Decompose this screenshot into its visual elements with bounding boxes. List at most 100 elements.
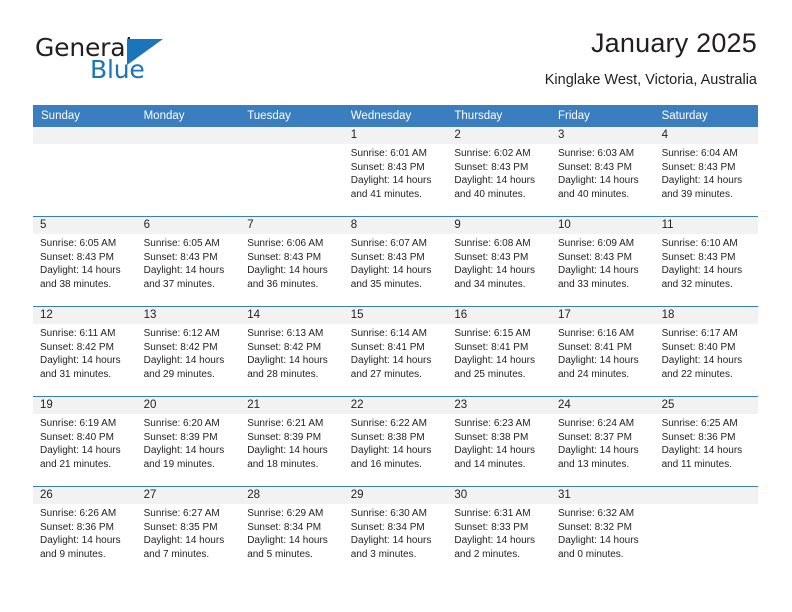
calendar-day-cell[interactable]: 25 Sunrise: 6:25 AM Sunset: 8:36 PM Dayligh…	[654, 396, 759, 487]
day-number: 3	[550, 127, 655, 144]
weekday-header-monday: Monday	[136, 105, 241, 127]
calendar-day-cell[interactable]: 4 Sunrise: 6:04 AM Sunset: 8:43 PM Daylight…	[654, 127, 759, 217]
calendar-day-cell[interactable]: 23 Sunrise: 6:23 AM Sunset: 8:38 PM Dayligh…	[447, 396, 551, 487]
calendar-day-cell[interactable]: 29 Sunrise: 6:30 AM Sunset: 8:34 PM Dayligh…	[343, 486, 448, 576]
daylight-text: and 41 minutes.	[350, 188, 422, 200]
weekday-header-sunday: Sunday	[33, 105, 137, 127]
calendar-week-row: 5 Sunrise: 6:05 AM Sunset: 8:43 PM Daylight…	[33, 216, 759, 307]
calendar-day-cell[interactable]: 1 Sunrise: 6:01 AM Sunset: 8:43 PM Daylight…	[343, 127, 448, 217]
daylight-text: and 37 minutes.	[143, 278, 215, 290]
sunset-text: Sunset: 8:43 PM	[350, 251, 425, 263]
calendar-day-cell[interactable]: 19 Sunrise: 6:19 AM Sunset: 8:40 PM Dayligh…	[33, 396, 137, 487]
day-cell-inner: 4 Sunrise: 6:04 AM Sunset: 8:43 PM Daylight…	[654, 127, 759, 216]
sunset-text: Sunset: 8:43 PM	[661, 161, 736, 173]
page-header: General Blue January 2025 Kinglake West,…	[33, 26, 757, 96]
calendar-day-cell[interactable]: 21 Sunrise: 6:21 AM Sunset: 8:39 PM Dayligh…	[240, 396, 344, 487]
day-number: 19	[33, 397, 137, 414]
day-cell-inner: 31 Sunrise: 6:32 AM Sunset: 8:32 PM Dayligh…	[550, 487, 655, 576]
calendar-day-cell[interactable]: 3 Sunrise: 6:03 AM Sunset: 8:43 PM Daylight…	[550, 127, 655, 217]
day-number: 7	[240, 217, 344, 234]
calendar-day-cell[interactable]: 27 Sunrise: 6:27 AM Sunset: 8:35 PM Dayligh…	[136, 486, 241, 576]
calendar-empty-cell	[136, 127, 241, 217]
day-sun-details: Sunrise: 6:22 AM Sunset: 8:38 PM Daylight:…	[344, 414, 448, 471]
day-sun-details: Sunrise: 6:27 AM Sunset: 8:35 PM Daylight:…	[137, 504, 241, 561]
daylight-text: and 27 minutes.	[350, 368, 422, 380]
daylight-text: and 0 minutes.	[557, 548, 624, 560]
day-sun-details: Sunrise: 6:30 AM Sunset: 8:34 PM Daylight:…	[344, 504, 448, 561]
sunset-text: Sunset: 8:35 PM	[143, 521, 218, 533]
calendar-day-cell[interactable]: 24 Sunrise: 6:24 AM Sunset: 8:37 PM Dayligh…	[550, 396, 655, 487]
sunset-text: Sunset: 8:43 PM	[143, 251, 218, 263]
sunset-text: Sunset: 8:38 PM	[454, 431, 529, 443]
daylight-text: Daylight: 14 hours	[247, 445, 328, 457]
day-number: 18	[654, 307, 759, 324]
day-sun-details: Sunrise: 6:02 AM Sunset: 8:43 PM Daylight:…	[447, 144, 551, 201]
sunset-text: Sunset: 8:40 PM	[661, 341, 736, 353]
day-number: 4	[654, 127, 759, 144]
day-number: 8	[343, 217, 448, 234]
calendar-day-cell[interactable]: 18 Sunrise: 6:17 AM Sunset: 8:40 PM Dayligh…	[654, 306, 759, 397]
daylight-text: Daylight: 14 hours	[350, 535, 432, 547]
day-number: 29	[343, 487, 448, 504]
day-cell-inner: 10 Sunrise: 6:09 AM Sunset: 8:43 PM Dayligh…	[550, 217, 655, 306]
sunrise-text: Sunrise: 6:24 AM	[557, 418, 635, 429]
daylight-text: and 32 minutes.	[661, 278, 733, 290]
daylight-text: Daylight: 14 hours	[350, 175, 432, 187]
day-cell-inner: 7 Sunrise: 6:06 AM Sunset: 8:43 PM Daylight…	[240, 217, 344, 306]
calendar-day-cell[interactable]: 30 Sunrise: 6:31 AM Sunset: 8:33 PM Dayligh…	[447, 486, 551, 576]
daylight-text: Daylight: 14 hours	[661, 265, 743, 277]
sunset-text: Sunset: 8:34 PM	[350, 521, 425, 533]
calendar-day-cell[interactable]: 26 Sunrise: 6:26 AM Sunset: 8:36 PM Dayligh…	[33, 486, 137, 576]
calendar-day-cell[interactable]: 17 Sunrise: 6:16 AM Sunset: 8:41 PM Dayligh…	[550, 306, 655, 397]
daylight-text: Daylight: 14 hours	[557, 445, 639, 457]
daylight-text: Daylight: 14 hours	[454, 445, 535, 457]
sunrise-text: Sunrise: 6:13 AM	[247, 328, 324, 339]
daylight-text: Daylight: 14 hours	[40, 445, 121, 457]
calendar-page: General Blue January 2025 Kinglake West,…	[0, 0, 792, 612]
calendar-day-cell[interactable]: 2 Sunrise: 6:02 AM Sunset: 8:43 PM Daylight…	[447, 127, 551, 217]
day-cell-inner: 3 Sunrise: 6:03 AM Sunset: 8:43 PM Daylight…	[550, 127, 655, 216]
calendar-day-cell[interactable]: 31 Sunrise: 6:32 AM Sunset: 8:32 PM Dayligh…	[550, 486, 655, 576]
day-sun-details	[137, 144, 241, 147]
calendar-day-cell[interactable]: 11 Sunrise: 6:10 AM Sunset: 8:43 PM Dayligh…	[654, 216, 759, 307]
calendar-day-cell[interactable]: 8 Sunrise: 6:07 AM Sunset: 8:43 PM Daylight…	[343, 216, 448, 307]
calendar-empty-cell	[33, 127, 137, 217]
calendar-day-cell[interactable]: 22 Sunrise: 6:22 AM Sunset: 8:38 PM Dayligh…	[343, 396, 448, 487]
day-number: 27	[136, 487, 241, 504]
calendar-day-cell[interactable]: 5 Sunrise: 6:05 AM Sunset: 8:43 PM Daylight…	[33, 216, 137, 307]
sunrise-text: Sunrise: 6:23 AM	[454, 418, 531, 429]
calendar-day-cell[interactable]: 13 Sunrise: 6:12 AM Sunset: 8:42 PM Dayligh…	[136, 306, 241, 397]
sunrise-text: Sunrise: 6:27 AM	[143, 508, 220, 519]
calendar-day-cell[interactable]: 15 Sunrise: 6:14 AM Sunset: 8:41 PM Dayligh…	[343, 306, 448, 397]
daylight-text: and 29 minutes.	[143, 368, 215, 380]
page-subtitle: Kinglake West, Victoria, Australia	[544, 72, 757, 88]
daylight-text: Daylight: 14 hours	[454, 355, 535, 367]
daylight-text: Daylight: 14 hours	[454, 265, 535, 277]
brand-logo[interactable]: General Blue	[33, 26, 243, 88]
calendar-day-cell[interactable]: 10 Sunrise: 6:09 AM Sunset: 8:43 PM Dayligh…	[550, 216, 655, 307]
daylight-text: Daylight: 14 hours	[350, 445, 432, 457]
day-sun-details: Sunrise: 6:12 AM Sunset: 8:42 PM Daylight:…	[137, 324, 241, 381]
calendar-day-cell[interactable]: 9 Sunrise: 6:08 AM Sunset: 8:43 PM Daylight…	[447, 216, 551, 307]
calendar-day-cell[interactable]: 12 Sunrise: 6:11 AM Sunset: 8:42 PM Dayligh…	[33, 306, 137, 397]
daylight-text: and 3 minutes.	[350, 548, 417, 560]
sunrise-text: Sunrise: 6:05 AM	[143, 238, 220, 249]
day-number	[33, 127, 137, 144]
calendar-day-cell[interactable]: 14 Sunrise: 6:13 AM Sunset: 8:42 PM Dayligh…	[240, 306, 344, 397]
title-block: January 2025 Kinglake West, Victoria, Au…	[545, 26, 757, 89]
daylight-text: Daylight: 14 hours	[350, 265, 432, 277]
day-cell-inner: 15 Sunrise: 6:14 AM Sunset: 8:41 PM Dayligh…	[343, 307, 448, 396]
day-cell-inner: 13 Sunrise: 6:12 AM Sunset: 8:42 PM Dayligh…	[136, 307, 241, 396]
daylight-text: Daylight: 14 hours	[557, 535, 639, 547]
daylight-text: Daylight: 14 hours	[247, 535, 328, 547]
calendar-day-cell[interactable]: 16 Sunrise: 6:15 AM Sunset: 8:41 PM Dayligh…	[447, 306, 551, 397]
calendar-day-cell[interactable]: 6 Sunrise: 6:05 AM Sunset: 8:43 PM Daylight…	[136, 216, 241, 307]
daylight-text: and 7 minutes.	[143, 548, 210, 560]
day-cell-inner: 21 Sunrise: 6:21 AM Sunset: 8:39 PM Dayligh…	[240, 397, 344, 486]
calendar-day-cell[interactable]: 7 Sunrise: 6:06 AM Sunset: 8:43 PM Daylight…	[240, 216, 344, 307]
sunrise-text: Sunrise: 6:08 AM	[454, 238, 531, 249]
calendar-day-cell[interactable]: 20 Sunrise: 6:20 AM Sunset: 8:39 PM Dayligh…	[136, 396, 241, 487]
page-title: January 2025	[590, 28, 757, 58]
calendar-day-cell[interactable]: 28 Sunrise: 6:29 AM Sunset: 8:34 PM Dayligh…	[240, 486, 344, 576]
sunset-text: Sunset: 8:42 PM	[143, 341, 218, 353]
